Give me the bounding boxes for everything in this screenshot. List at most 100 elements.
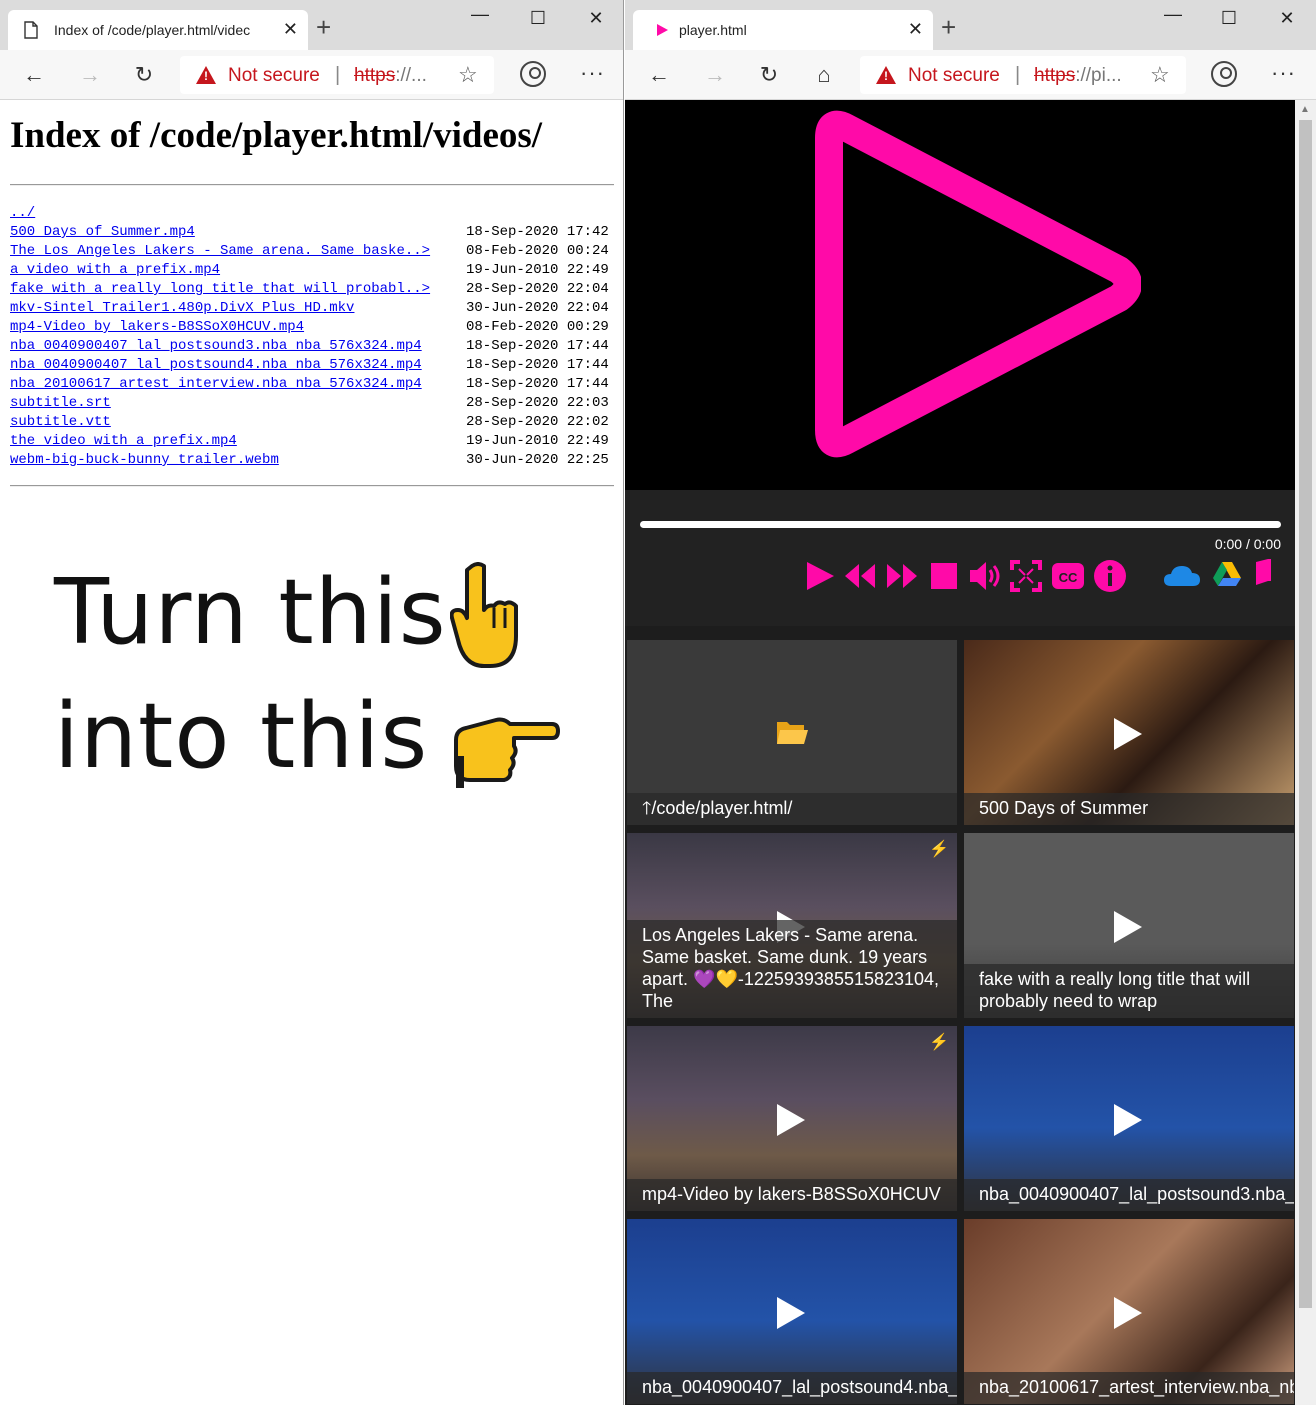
player-page: 0:00 / 0:00 CC 🡑/code/player.html/500 Da… xyxy=(625,100,1295,1405)
close-icon[interactable]: ✕ xyxy=(584,8,608,29)
video-tile[interactable]: nba_0040900407_lal_postsound4.nba_nba_57… xyxy=(627,1219,957,1404)
file-link[interactable]: nba_0040900407_lal_postsound4.nba_nba_57… xyxy=(10,357,422,373)
favorite-star-icon[interactable]: ☆ xyxy=(458,62,478,88)
scrollbar[interactable]: ▲ xyxy=(1295,100,1316,1405)
list-item: mp4-Video by lakers-B8SSoX0HCUV.mp4 08-Fe… xyxy=(10,318,622,337)
play-icon xyxy=(1114,911,1142,943)
new-tab-button[interactable]: + xyxy=(941,14,956,40)
minimize-icon[interactable]: — xyxy=(1161,4,1185,25)
video-tile[interactable]: 500 Days of Summer xyxy=(964,640,1294,825)
file-link[interactable]: 500 Days of Summer.mp4 xyxy=(10,224,195,240)
file-link[interactable]: the video with a prefix.mp4 xyxy=(10,433,237,449)
toolbar: ← → ↻ ⌂ Not secure | https://pi... ☆ ··· xyxy=(625,50,1316,100)
refresh-icon[interactable]: ↻ xyxy=(755,62,783,88)
file-date: 28-Sep-2020 22:04 xyxy=(466,281,609,297)
video-tile[interactable]: nba_0040900407_lal_postsound3.nba_nba_57… xyxy=(964,1026,1294,1211)
back-icon[interactable]: ← xyxy=(20,62,48,88)
file-link[interactable]: webm-big-buck-bunny_trailer.webm xyxy=(10,452,279,468)
not-secure-label: Not secure xyxy=(908,65,1000,86)
folder-tile[interactable]: 🡑/code/player.html/ xyxy=(627,640,957,825)
promo-line-1: Turn this xyxy=(54,560,447,665)
list-item: 500 Days of Summer.mp4 18-Sep-2020 17:42 xyxy=(10,223,622,242)
video-tile[interactable]: ⚡ mp4-Video by lakers-B8SSoX0HCUV xyxy=(627,1026,957,1211)
tab-title: Index of /code/player.html/videc xyxy=(54,22,251,38)
fullscreen-icon[interactable] xyxy=(1009,556,1043,596)
refresh-icon[interactable]: ↻ xyxy=(130,62,158,88)
maximize-icon[interactable]: ☐ xyxy=(1217,8,1241,29)
minimize-icon[interactable]: — xyxy=(468,4,492,25)
file-link[interactable]: a video with a prefix.mp4 xyxy=(10,262,220,278)
file-link[interactable]: The Los Angeles Lakers - Same arena. Sam… xyxy=(10,243,430,259)
list-item: fake with a really long title that will … xyxy=(10,280,622,299)
rewind-icon[interactable] xyxy=(843,556,877,596)
tab-player[interactable]: player.html ✕ xyxy=(633,10,933,50)
back-icon[interactable]: ← xyxy=(645,62,673,88)
forward-icon[interactable]: → xyxy=(701,62,729,88)
tab-close-icon[interactable]: ✕ xyxy=(908,19,923,40)
file-link[interactable]: mkv-Sintel_Trailer1.480p.DivX_Plus_HD.mk… xyxy=(10,300,354,316)
more-menu-icon[interactable]: ··· xyxy=(580,60,605,86)
video-tile[interactable]: fake with a really long title that will … xyxy=(964,833,1294,1018)
not-secure-label: Not secure xyxy=(228,65,320,86)
subtitles-icon[interactable]: CC xyxy=(1051,556,1085,596)
volume-icon[interactable] xyxy=(967,556,1001,596)
close-icon[interactable]: ✕ xyxy=(1275,8,1299,29)
right-browser-window: player.html ✕ + — ☐ ✕ ← → ↻ ⌂ Not secure… xyxy=(625,0,1316,1405)
file-link[interactable]: mp4-Video by lakers-B8SSoX0HCUV.mp4 xyxy=(10,319,304,335)
home-icon[interactable]: ⌂ xyxy=(810,62,838,88)
warning-icon xyxy=(196,66,216,84)
play-icon xyxy=(1114,1297,1142,1329)
scroll-thumb[interactable] xyxy=(1299,120,1312,1308)
url-text: https://pi... xyxy=(1034,65,1122,86)
video-area[interactable] xyxy=(625,100,1295,490)
scroll-up-icon[interactable]: ▲ xyxy=(1300,104,1310,115)
tab-close-icon[interactable]: ✕ xyxy=(283,19,298,40)
file-link[interactable]: nba_0040900407_lal_postsound3.nba_nba_57… xyxy=(10,338,422,354)
more-menu-icon[interactable]: ··· xyxy=(1271,60,1296,86)
file-link[interactable]: subtitle.srt xyxy=(10,395,111,411)
google-drive-icon[interactable] xyxy=(1213,560,1241,586)
file-link[interactable]: nba_20100617_artest_interview.nba_nba_57… xyxy=(10,376,422,392)
stop-icon[interactable] xyxy=(927,556,961,596)
favorite-star-icon[interactable]: ☆ xyxy=(1150,62,1170,88)
time-display: 0:00 / 0:00 xyxy=(1214,536,1281,552)
toolbar: ← → ↻ Not secure | https://... ☆ ··· xyxy=(0,50,623,100)
file-date: 19-Jun-2010 22:49 xyxy=(466,262,609,278)
video-tile[interactable]: nba_20100617_artest_interview.nba_nba_57… xyxy=(964,1219,1294,1404)
tile-caption: nba_0040900407_lal_postsound4.nba_nba_57… xyxy=(627,1372,957,1404)
big-play-icon[interactable] xyxy=(801,110,1141,458)
video-tile[interactable]: ⚡ Los Angeles Lakers - Same arena. Same b… xyxy=(627,833,957,1018)
player-favicon-icon xyxy=(657,24,668,36)
profile-icon[interactable] xyxy=(520,61,546,87)
forward-icon[interactable]: → xyxy=(76,62,104,88)
divider xyxy=(10,485,614,487)
parent-dir-link[interactable]: ../ xyxy=(10,205,35,221)
list-item: webm-big-buck-bunny_trailer.webm 30-Jun-2… xyxy=(10,451,622,470)
fast-forward-icon[interactable] xyxy=(885,556,919,596)
profile-icon[interactable] xyxy=(1211,61,1237,87)
page-title: Index of /code/player.html/videos/ xyxy=(10,115,543,156)
play-icon[interactable] xyxy=(803,556,837,596)
info-icon[interactable] xyxy=(1093,556,1127,596)
tab-title: player.html xyxy=(679,22,747,38)
tab-index[interactable]: Index of /code/player.html/videc ✕ xyxy=(8,10,308,50)
tile-caption: mp4-Video by lakers-B8SSoX0HCUV xyxy=(627,1179,957,1211)
file-list: ../ 500 Days of Summer.mp4 18-Sep-2020 17… xyxy=(10,204,622,470)
progress-bar[interactable] xyxy=(640,521,1281,528)
file-date: 28-Sep-2020 22:02 xyxy=(466,414,609,430)
list-item: nba_0040900407_lal_postsound4.nba_nba_57… xyxy=(10,356,622,375)
file-link[interactable]: fake with a really long title that will … xyxy=(10,281,430,297)
team-logo-icon: ⚡ xyxy=(929,841,949,858)
address-bar[interactable]: Not secure | https://pi... ☆ xyxy=(860,56,1186,94)
file-date: 18-Sep-2020 17:42 xyxy=(466,224,609,240)
address-bar[interactable]: Not secure | https://... ☆ xyxy=(180,56,494,94)
file-date: 18-Sep-2020 17:44 xyxy=(466,376,609,392)
file-link[interactable]: subtitle.vtt xyxy=(10,414,111,430)
play-icon xyxy=(777,1297,805,1329)
pointing-up-hand-icon xyxy=(450,562,518,668)
new-tab-button[interactable]: + xyxy=(316,14,331,40)
onedrive-icon[interactable] xyxy=(1163,562,1201,588)
maximize-icon[interactable]: ☐ xyxy=(526,8,550,29)
file-date: 18-Sep-2020 17:44 xyxy=(466,338,609,354)
book-icon[interactable] xyxy=(1253,558,1273,586)
